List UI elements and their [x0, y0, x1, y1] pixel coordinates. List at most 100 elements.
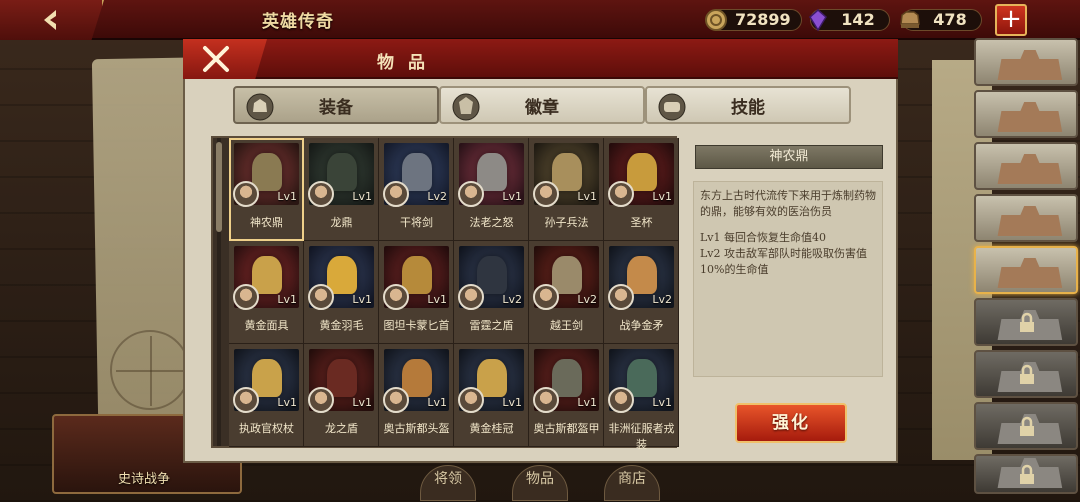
item-name: 龙鼎 — [330, 216, 353, 229]
item-detail-title: 神农鼎 — [695, 145, 883, 169]
hero-portrait-avatar — [608, 284, 634, 310]
building-ruins[interactable] — [974, 194, 1078, 242]
building-rail — [974, 38, 1080, 498]
item-level: Lv2 — [427, 190, 447, 203]
town-icon — [997, 102, 1063, 132]
gem-icon — [809, 9, 827, 32]
item-cell[interactable]: Lv1 孙子兵法 — [529, 138, 604, 241]
item-name: 孙子兵法 — [544, 216, 589, 229]
hero-portrait-avatar — [308, 387, 334, 413]
item-art — [627, 256, 657, 294]
hero-portrait-avatar — [533, 387, 559, 413]
item-art — [327, 256, 357, 294]
tab-skills-label: 技能 — [731, 97, 765, 118]
helmet-resource-icon — [900, 11, 920, 28]
lock-icon — [1020, 312, 1034, 332]
item-art — [252, 359, 282, 397]
item-art — [552, 153, 582, 191]
item-cell[interactable]: Lv1 法老之怒 — [454, 138, 529, 241]
item-level: Lv1 — [652, 190, 672, 203]
item-level: Lv1 — [577, 190, 597, 203]
item-cell[interactable]: Lv1 龙鼎 — [304, 138, 379, 241]
item-level: Lv1 — [427, 293, 447, 306]
item-name: 越王剑 — [550, 319, 583, 332]
item-art — [477, 359, 507, 397]
item-name: 奥古斯都头盔 — [383, 422, 450, 435]
building-colosseum[interactable] — [974, 142, 1078, 190]
item-level: Lv2 — [652, 293, 672, 306]
page-title: 英雄传奇 — [262, 12, 334, 32]
item-cell[interactable]: Lv2 雷霆之盾 — [454, 241, 529, 344]
item-art — [402, 359, 432, 397]
item-name: 图坦卡蒙匕首 — [383, 319, 450, 332]
lock-icon — [1020, 364, 1034, 384]
compass-rose — [110, 330, 190, 410]
item-cell[interactable]: Lv1 黄金羽毛 — [304, 241, 379, 344]
hero-portrait-avatar — [383, 387, 409, 413]
item-level: Lv1 — [652, 396, 672, 409]
item-art — [627, 153, 657, 191]
item-cell[interactable]: Lv1 圣杯 — [604, 138, 679, 241]
hero-portrait-avatar — [608, 387, 634, 413]
item-cell[interactable]: Lv1 非洲征服者戎装 — [604, 344, 679, 451]
item-cell[interactable]: Lv1 执政官权杖 — [229, 344, 304, 447]
items-modal: 物 品 装备 徽章 技能 Lv1 神农鼎 Lv1 龙鼎 Lv2 干将剑 Lv1 … — [183, 39, 898, 463]
item-name: 非洲征服者戎装 — [608, 422, 675, 451]
tab-badges[interactable]: 徽章 — [439, 86, 645, 124]
hero-portrait-avatar — [308, 181, 334, 207]
item-name: 战争金矛 — [619, 319, 664, 332]
item-name: 黄金羽毛 — [319, 319, 364, 332]
tab-equipment[interactable]: 装备 — [233, 86, 439, 124]
item-level: Lv1 — [502, 396, 522, 409]
item-cell[interactable]: Lv1 图坦卡蒙匕首 — [379, 241, 454, 344]
item-art — [627, 359, 657, 397]
building-locked-1[interactable] — [974, 298, 1078, 346]
upgrade-button[interactable]: 强化 — [735, 403, 847, 443]
tab-skills[interactable]: 技能 — [645, 86, 851, 124]
building-locked-4[interactable] — [974, 454, 1078, 494]
building-town[interactable] — [974, 90, 1078, 138]
item-art — [477, 153, 507, 191]
helmet-icon — [246, 93, 274, 121]
item-cell[interactable]: Lv2 越王剑 — [529, 241, 604, 344]
item-cell[interactable]: Lv1 黄金桂冠 — [454, 344, 529, 447]
item-cell[interactable]: Lv1 龙之盾 — [304, 344, 379, 447]
item-level: Lv1 — [352, 293, 372, 306]
item-art — [552, 256, 582, 294]
item-grid: Lv1 神农鼎 Lv1 龙鼎 Lv2 干将剑 Lv1 法老之怒 Lv1 孙子兵法 Lv1 圣杯 Lv1 黄… — [229, 138, 679, 451]
hero-portrait-avatar — [608, 181, 634, 207]
item-cell[interactable]: Lv2 战争金矛 — [604, 241, 679, 344]
item-cell[interactable]: Lv1 黄金面具 — [229, 241, 304, 344]
building-locked-3[interactable] — [974, 402, 1078, 450]
building-arena[interactable] — [974, 246, 1078, 294]
item-cell[interactable]: Lv1 神农鼎 — [229, 138, 304, 241]
back-arrow-icon — [44, 10, 56, 30]
lock-icon — [1020, 464, 1034, 484]
item-art — [327, 153, 357, 191]
scrollbar-thumb[interactable] — [216, 142, 222, 232]
building-fortress[interactable] — [974, 38, 1078, 86]
hero-portrait-avatar — [533, 284, 559, 310]
lock-icon — [1020, 416, 1034, 436]
hero-portrait-avatar — [458, 181, 484, 207]
hero-portrait-avatar — [233, 181, 259, 207]
add-resources-button[interactable]: + — [995, 4, 1027, 36]
item-cell[interactable]: Lv1 奥古斯都盔甲 — [529, 344, 604, 447]
item-name: 奥古斯都盔甲 — [533, 422, 600, 435]
back-button[interactable] — [0, 0, 104, 40]
item-cell[interactable]: Lv1 奥古斯都头盔 — [379, 344, 454, 447]
item-level: Lv1 — [577, 396, 597, 409]
category-tabs: 装备 徽章 技能 — [233, 86, 851, 126]
item-art — [252, 153, 282, 191]
gems-resource: 142 — [806, 8, 890, 32]
item-level1-effect: Lv1 每回合恢复生命值40 — [700, 231, 827, 244]
item-level: Lv1 — [277, 396, 297, 409]
item-level: Lv1 — [352, 396, 372, 409]
item-name: 雷霆之盾 — [469, 319, 514, 332]
item-cell[interactable]: Lv2 干将剑 — [379, 138, 454, 241]
item-name: 黄金桂冠 — [469, 422, 514, 435]
item-art — [327, 359, 357, 397]
badge-icon — [452, 93, 480, 121]
tab-badges-label: 徽章 — [525, 97, 559, 118]
building-locked-2[interactable] — [974, 350, 1078, 398]
